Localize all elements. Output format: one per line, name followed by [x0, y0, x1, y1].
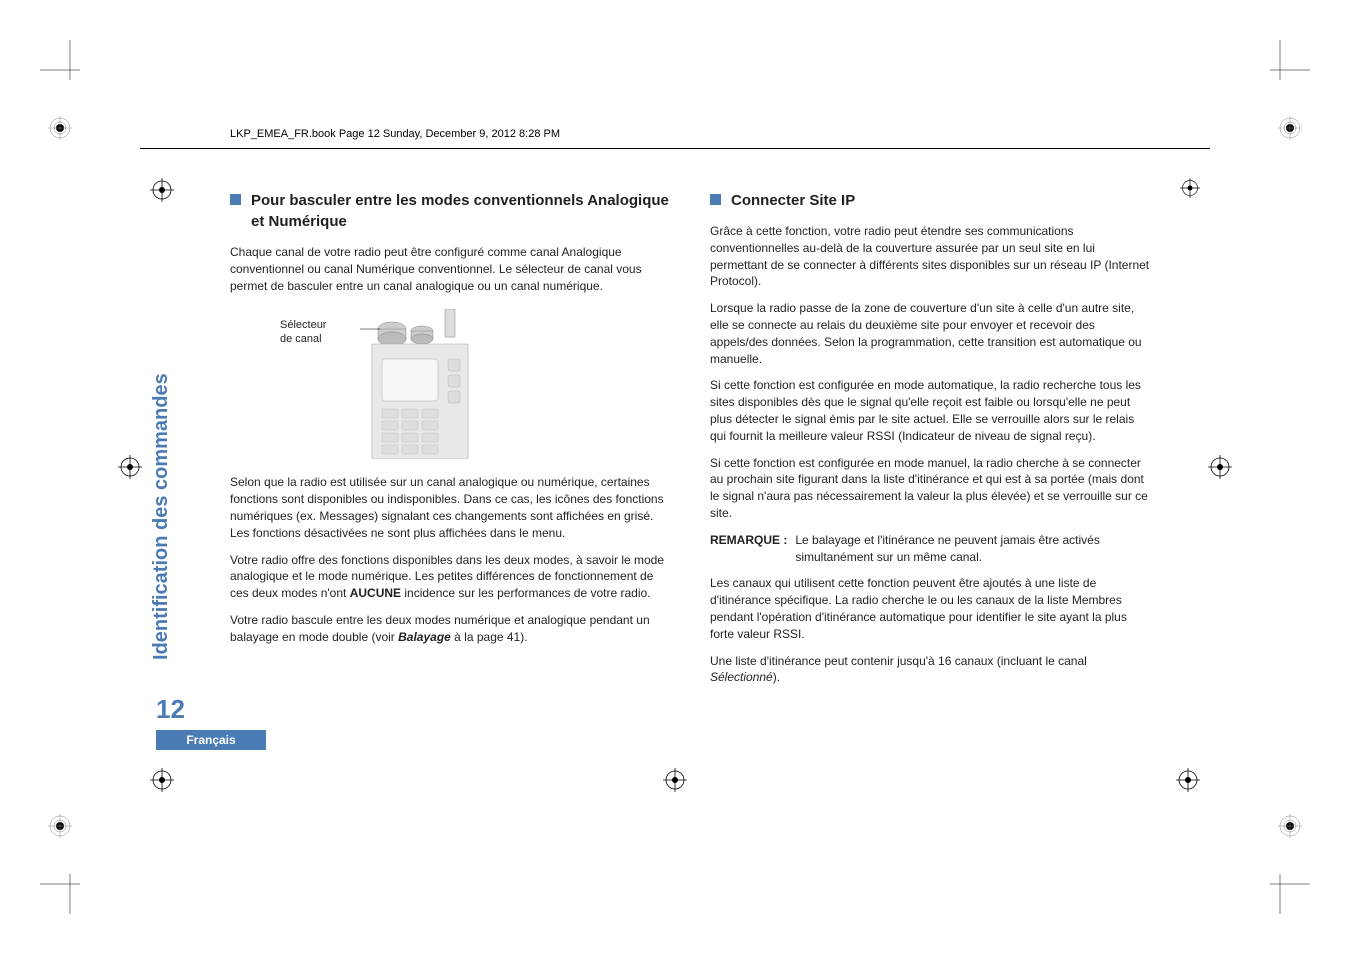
- paragraph: Si cette fonction est configurée en mode…: [710, 377, 1150, 444]
- heading-bullet-icon: [710, 194, 721, 205]
- heading-site-ip: Connecter Site IP: [710, 190, 1150, 211]
- paragraph: Votre radio bascule entre les deux modes…: [230, 612, 670, 646]
- paragraph: Grâce à cette fonction, votre radio peut…: [710, 223, 1150, 290]
- text-span: Une liste d'itinérance peut contenir jus…: [710, 654, 1087, 668]
- paragraph: Si cette fonction est configurée en mode…: [710, 455, 1150, 522]
- paragraph: Les canaux qui utilisent cette fonction …: [710, 575, 1150, 642]
- heading-analog-digital: Pour basculer entre les modes convention…: [230, 190, 670, 232]
- remark-block: REMARQUE : Le balayage et l'itinérance n…: [710, 532, 1150, 566]
- remark-text: Le balayage et l'itinérance ne peuvent j…: [795, 532, 1150, 566]
- paragraph: Lorsque la radio passe de la zone de cou…: [710, 300, 1150, 367]
- sidebar-section-title: Identification des commandes: [150, 373, 173, 660]
- heading-text: Pour basculer entre les modes convention…: [251, 190, 670, 232]
- label-line2: de canal: [280, 333, 322, 345]
- text-span: incidence sur les performances de votre …: [401, 586, 650, 600]
- header-divider: [140, 148, 1210, 149]
- registration-cross-icon: [150, 768, 174, 792]
- paragraph: Une liste d'itinérance peut contenir jus…: [710, 653, 1150, 687]
- bold-text: AUCUNE: [350, 586, 401, 600]
- registration-cross-icon: [1176, 768, 1200, 792]
- label-line1: Sélecteur: [280, 319, 326, 331]
- remark-label: REMARQUE :: [710, 532, 787, 566]
- heading-text: Connecter Site IP: [731, 190, 855, 211]
- right-column: Connecter Site IP Grâce à cette fonction…: [710, 190, 1150, 696]
- registration-mark-icon: [48, 116, 72, 140]
- crop-mark-bl: [40, 854, 100, 914]
- radio-selector-label: Sélecteur de canal: [280, 319, 326, 345]
- registration-mark-icon: [1278, 116, 1302, 140]
- registration-mark-icon: [48, 814, 72, 838]
- left-column: Pour basculer entre les modes convention…: [230, 190, 670, 696]
- crop-mark-tl: [40, 40, 100, 100]
- registration-mark-icon: [1278, 814, 1302, 838]
- radio-device-icon: [360, 309, 480, 459]
- text-span: à la page 41).: [451, 630, 528, 644]
- paragraph: Chaque canal de votre radio peut être co…: [230, 244, 670, 294]
- crop-mark-tr: [1250, 40, 1310, 100]
- page-number: 12: [156, 694, 185, 725]
- crop-mark-br: [1250, 854, 1310, 914]
- heading-bullet-icon: [230, 194, 241, 205]
- text-span: ).: [773, 670, 780, 684]
- book-header-info: LKP_EMEA_FR.book Page 12 Sunday, Decembe…: [230, 128, 560, 140]
- paragraph: Selon que la radio est utilisée sur un c…: [230, 474, 670, 541]
- registration-cross-icon: [118, 455, 142, 479]
- italic-bold-ref: Balayage: [398, 630, 451, 644]
- italic-text: Sélectionné: [710, 670, 773, 684]
- registration-cross-icon: [663, 768, 687, 792]
- language-footer: Français: [156, 730, 266, 750]
- paragraph: Votre radio offre des fonctions disponib…: [230, 552, 670, 602]
- radio-illustration: Sélecteur de canal: [290, 309, 490, 459]
- registration-cross-icon: [150, 178, 174, 202]
